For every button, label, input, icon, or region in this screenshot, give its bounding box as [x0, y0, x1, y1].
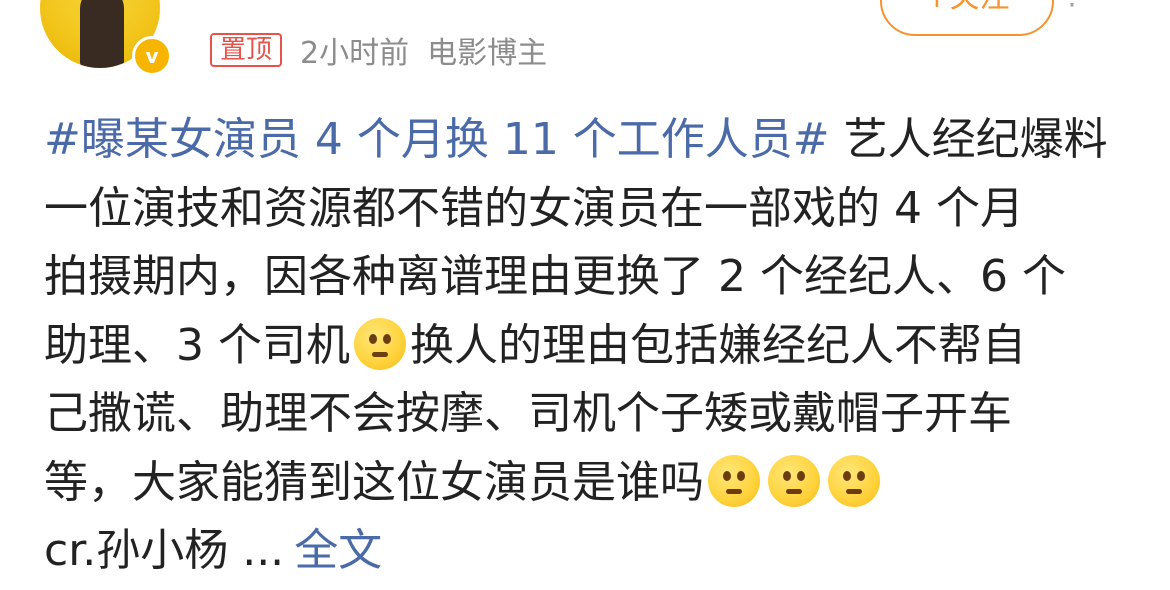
text-line-5: 己撒谎、助理不会按摩、司机个子矮或戴帽子开车 — [44, 388, 1012, 439]
post-time: 2小时前 — [300, 36, 410, 71]
author-avatar[interactable]: v — [40, 0, 172, 76]
full-text-link[interactable]: 全文 — [294, 525, 382, 576]
avatar-figure — [80, 0, 124, 68]
post-text: #曝某女演员 4 个月换 11 个工作人员# 艺人经纪爆料 一位演技和资源都不错… — [44, 106, 1124, 586]
thinking-face-icon — [708, 454, 760, 507]
thinking-face-icon — [768, 454, 820, 507]
thinking-face-icon — [353, 317, 406, 370]
text-line-7: cr.孙小杨 ... — [44, 525, 285, 576]
topic-link[interactable]: #曝某女演员 4 个月换 11 个工作人员# — [44, 114, 830, 165]
follow-button[interactable]: +关注 — [880, 0, 1054, 36]
more-options-icon[interactable]: ⋮ — [1058, 0, 1086, 11]
text-line-4: 助理、3 个司机 — [44, 319, 350, 371]
verified-badge-icon: v — [132, 36, 172, 76]
text-line-3: 拍摄期内，因各种离谱理由更换了 2 个经纪人、6 个 — [44, 251, 1066, 302]
thinking-face-icon — [828, 454, 880, 507]
text-line-1: 艺人经纪爆料 — [829, 114, 1108, 165]
pinned-badge: 置顶 — [210, 33, 283, 67]
text-line-2: 一位演技和资源都不错的女演员在一部戏的 4 个月 — [44, 182, 1024, 234]
text-line-6: 等，大家能猜到这位女演员是谁吗 — [44, 456, 704, 508]
post-meta: 置顶 2小时前 电影博主 — [210, 28, 547, 72]
author-category: 电影博主 — [427, 36, 548, 71]
author-name[interactable] — [210, 0, 630, 6]
text-line-4b: 换人的理由包括嫌经纪人不帮自 — [409, 319, 1026, 371]
